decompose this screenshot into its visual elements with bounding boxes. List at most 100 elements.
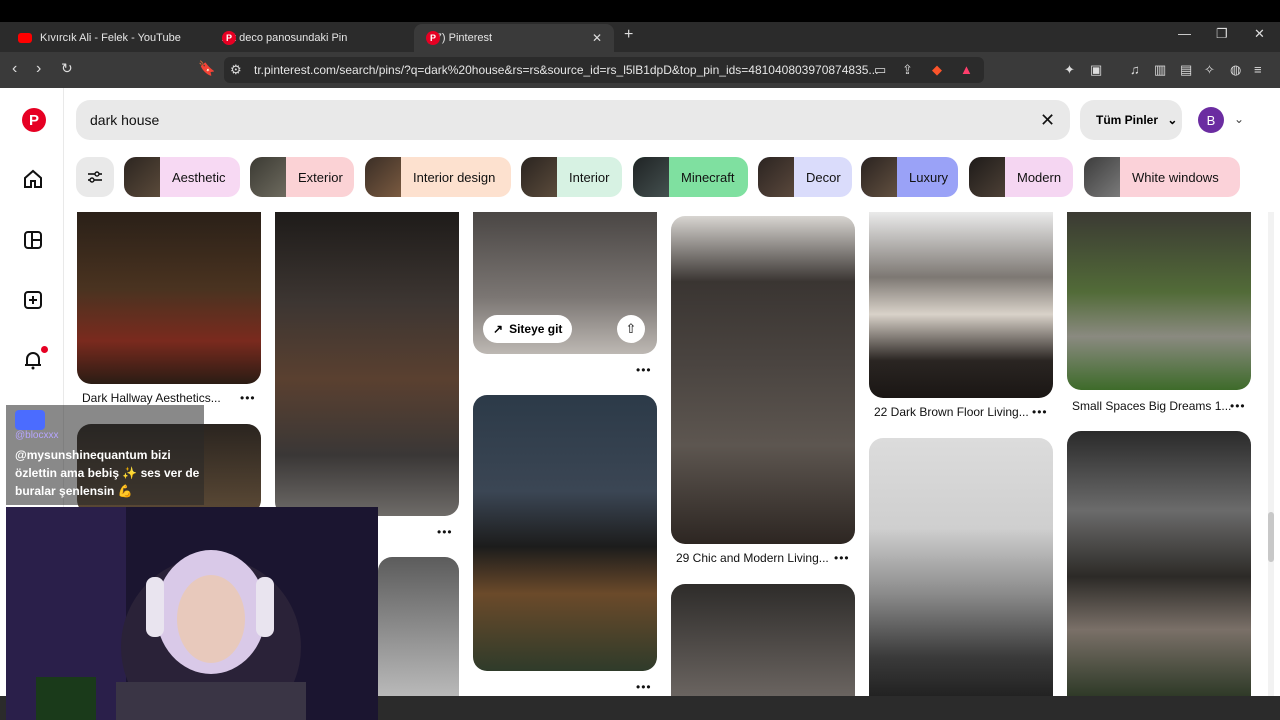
clear-search-icon[interactable]: ✕ — [1040, 110, 1055, 131]
pin-image[interactable] — [77, 212, 261, 384]
avatar-letter: B — [1206, 112, 1216, 128]
tab-youtube[interactable]: Kıvırcık Ali - Felek - YouTube — [6, 24, 202, 52]
chip-label: Interior design — [413, 169, 496, 185]
tab-pinterest[interactable]: P (77) Pinterest ✕ — [414, 24, 614, 52]
pin-image[interactable] — [1067, 212, 1251, 390]
search-bar[interactable]: dark house — [76, 100, 1070, 140]
restore-icon[interactable]: ❐ — [1216, 26, 1228, 42]
chip-white-windows[interactable]: White windows — [1084, 157, 1240, 197]
chip-modern[interactable]: Modern — [969, 157, 1073, 197]
chip-thumbnail — [1084, 157, 1120, 197]
search-input[interactable]: dark house — [90, 112, 159, 128]
chevron-down-icon: ⌄ — [1167, 113, 1178, 127]
menu-icon[interactable]: ≡ — [1254, 62, 1262, 77]
new-tab-icon[interactable]: + — [624, 26, 633, 44]
chip-label: Minecraft — [681, 169, 735, 185]
chip-label: Decor — [806, 169, 841, 185]
avatar[interactable]: B — [1198, 107, 1224, 133]
visit-site-button[interactable]: ↗ Siteye git — [483, 315, 573, 343]
more-options-icon[interactable]: ••• — [240, 391, 256, 405]
account-chevron-icon[interactable]: ⌄ — [1234, 112, 1244, 126]
pin-image[interactable] — [869, 438, 1053, 696]
more-options-icon[interactable]: ••• — [636, 363, 652, 377]
scrollbar-thumb[interactable] — [1268, 512, 1274, 562]
pin-image[interactable] — [869, 212, 1053, 398]
chip-interior-design[interactable]: Interior design — [365, 157, 511, 197]
title-strip — [0, 0, 1280, 22]
url-text: tr.pinterest.com/search/pins/?q=dark%20h… — [254, 63, 879, 77]
close-tab-icon[interactable]: ✕ — [592, 31, 602, 45]
chip-label: Modern — [1017, 169, 1062, 185]
pin-title[interactable]: Small Spaces Big Dreams 1... — [1072, 399, 1231, 413]
leo-ai-icon[interactable]: ✧ — [1204, 62, 1215, 78]
pin-image[interactable] — [671, 584, 855, 696]
create-icon[interactable] — [20, 287, 46, 313]
filter-label: Tüm Pinler — [1096, 113, 1159, 127]
chip-decor[interactable]: Decor — [758, 157, 852, 197]
chip-label: Aesthetic — [172, 169, 226, 185]
pin-image[interactable] — [671, 216, 855, 544]
brave-rewards-icon[interactable]: ▲ — [960, 62, 973, 77]
page-scrollbar[interactable] — [1268, 212, 1274, 696]
tab-art-deco[interactable]: P Art deco panosundaki Pin — [210, 24, 406, 52]
chip-aesthetic[interactable]: Aesthetic — [124, 157, 240, 197]
minimize-icon[interactable]: — — [1178, 26, 1191, 41]
filters-button[interactable] — [76, 157, 114, 197]
pin-filter-dropdown[interactable]: Tüm Pinler ⌄ — [1080, 100, 1182, 140]
sidebar-toggle-icon[interactable]: ▥ — [1154, 62, 1166, 78]
close-window-icon[interactable]: ✕ — [1254, 26, 1265, 42]
chip-thumbnail — [633, 157, 669, 197]
pinterest-logo-icon[interactable]: P — [22, 108, 46, 132]
streamer-webcam-image — [6, 507, 378, 720]
chip-label: Interior — [569, 169, 610, 185]
webcam-overlay — [6, 507, 378, 720]
chat-message: @mysunshinequantum bizi özlettin ama beb… — [15, 448, 200, 498]
chip-interior[interactable]: Interior — [521, 157, 622, 197]
more-options-icon[interactable]: ••• — [1230, 399, 1246, 413]
chip-minecraft[interactable]: Minecraft — [633, 157, 748, 197]
pin-title[interactable]: 29 Chic and Modern Living... — [676, 551, 829, 565]
chip-thumbnail — [250, 157, 286, 197]
translate-icon[interactable]: ▣ — [1090, 62, 1102, 78]
chip-thumbnail — [521, 157, 557, 197]
share-icon[interactable]: ⇪ — [902, 62, 913, 78]
site-info-icon[interactable]: ⚙ — [230, 62, 242, 78]
more-options-icon[interactable]: ••• — [1032, 405, 1048, 419]
vpn-icon[interactable]: ◍ — [1230, 62, 1241, 78]
bookmark-icon[interactable]: 🔖 — [198, 60, 215, 77]
chip-thumbnail — [861, 157, 897, 197]
chip-label: Exterior — [298, 169, 343, 185]
pin-title[interactable]: 22 Dark Brown Floor Living... — [874, 405, 1029, 419]
visit-site-label: Siteye git — [509, 322, 563, 336]
pin-image[interactable] — [473, 395, 657, 671]
cast-icon[interactable]: ▭ — [874, 62, 886, 78]
share-icon[interactable]: ⇧ — [617, 315, 645, 343]
home-icon[interactable] — [20, 166, 46, 192]
chip-exterior[interactable]: Exterior — [250, 157, 354, 197]
extensions-icon[interactable]: ✦ — [1064, 62, 1075, 78]
more-options-icon[interactable]: ••• — [437, 525, 453, 539]
pin-title[interactable]: Dark Hallway Aesthetics... — [82, 391, 221, 405]
reload-icon[interactable]: ↻ — [61, 60, 73, 77]
notification-badge — [41, 346, 48, 353]
youtube-icon — [18, 33, 32, 43]
wallet-icon[interactable]: ▤ — [1180, 62, 1192, 78]
chip-label: Luxury — [909, 169, 949, 185]
url-field[interactable]: tr.pinterest.com/search/pins/?q=dark%20h… — [224, 57, 984, 83]
chip-luxury[interactable]: Luxury — [861, 157, 958, 197]
more-options-icon[interactable]: ••• — [636, 680, 652, 694]
pin-image[interactable] — [275, 212, 459, 516]
back-icon[interactable]: ‹ — [12, 60, 17, 78]
sliders-icon — [88, 171, 102, 183]
more-options-icon[interactable]: ••• — [834, 551, 850, 565]
explore-icon[interactable] — [20, 227, 46, 253]
tab-bar: Kıvırcık Ali - Felek - YouTube P Art dec… — [0, 22, 1280, 52]
forward-icon[interactable]: › — [36, 60, 41, 78]
pin-image[interactable] — [1067, 431, 1251, 696]
media-icon[interactable]: ♫ — [1130, 62, 1140, 77]
chip-thumbnail — [758, 157, 794, 197]
brave-shield-icon[interactable]: ◆ — [932, 62, 942, 78]
pinterest-icon: P — [426, 31, 440, 45]
tab-title: Kıvırcık Ali - Felek - YouTube — [40, 32, 181, 44]
pin-image[interactable] — [378, 557, 459, 696]
